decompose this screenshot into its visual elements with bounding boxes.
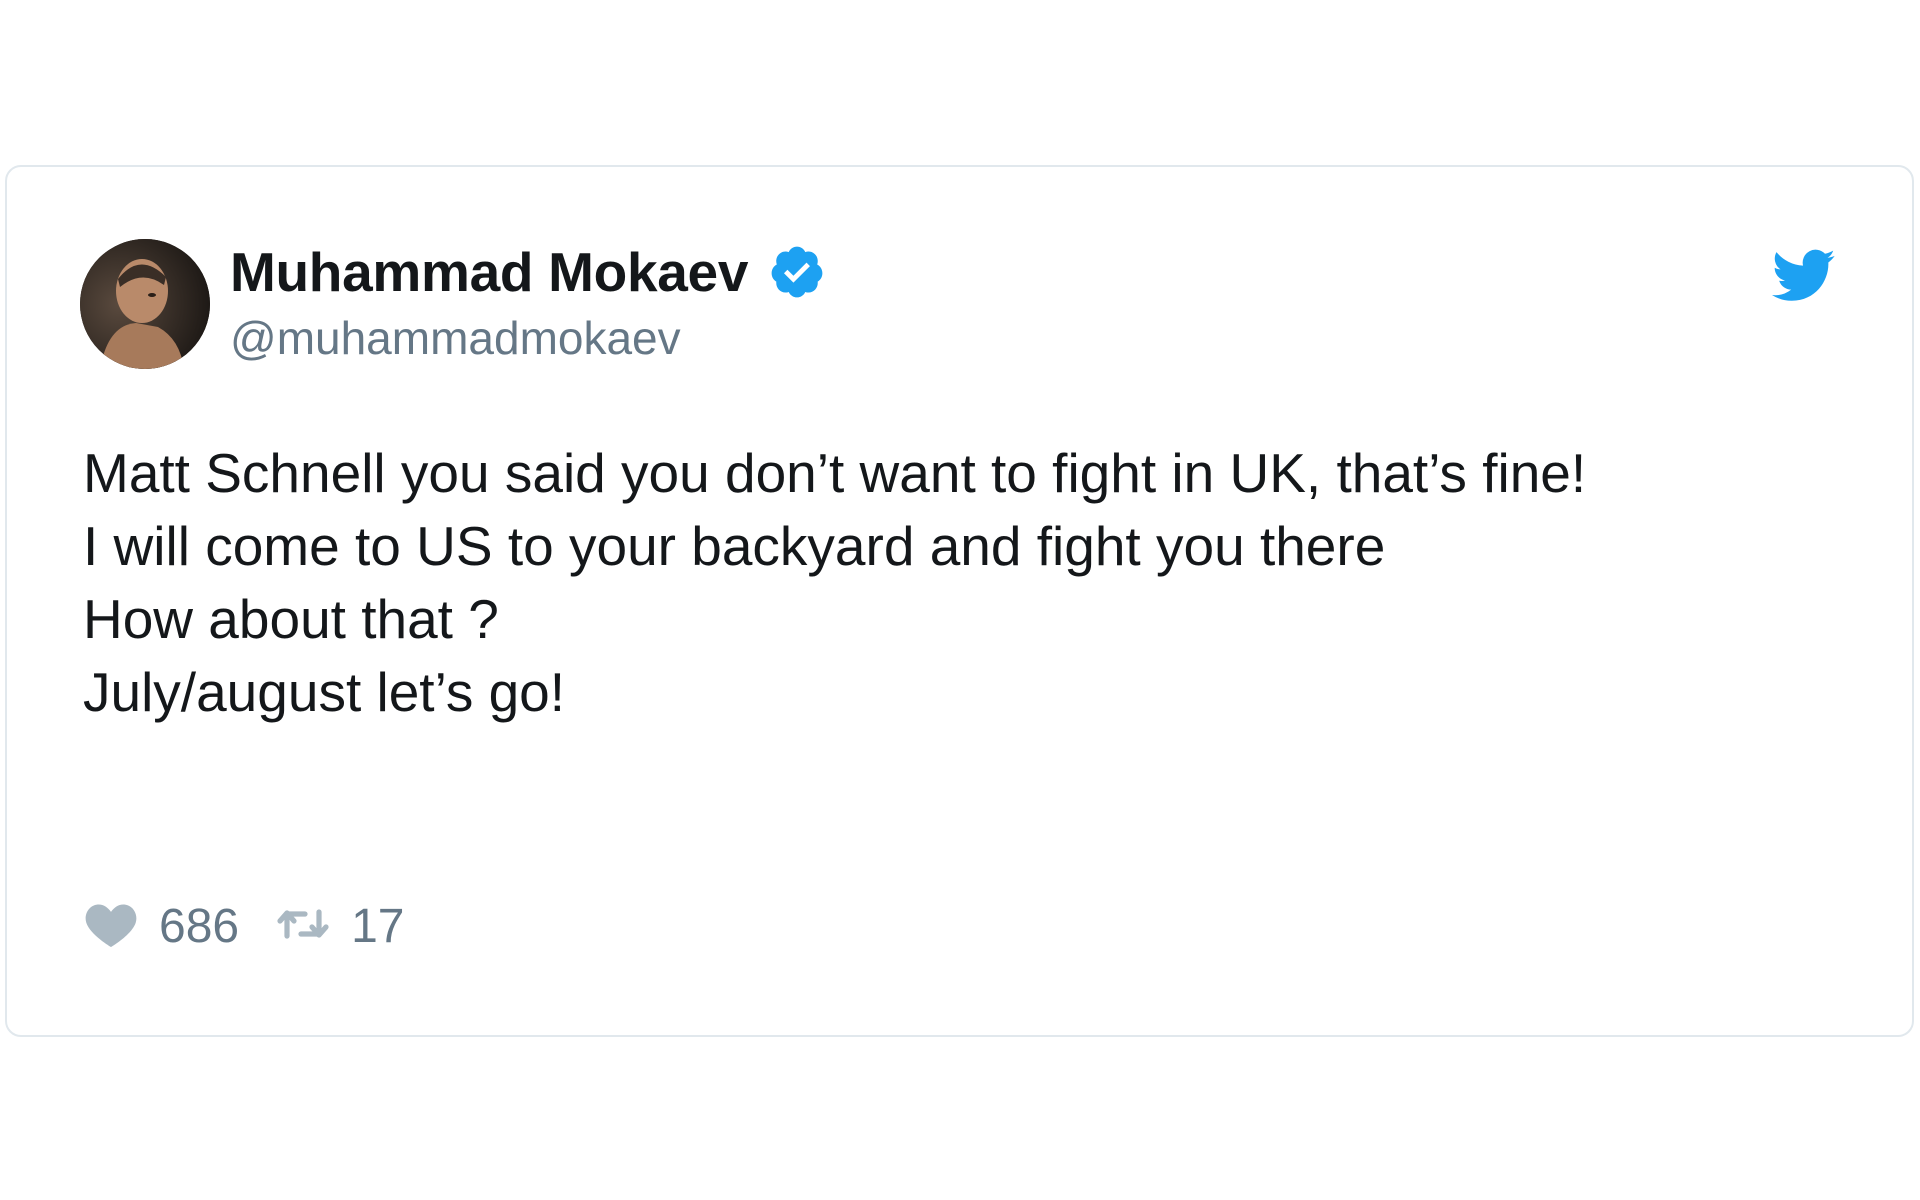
retweet-icon	[277, 904, 329, 949]
like-count: 686	[159, 899, 240, 953]
twitter-bird-icon[interactable]	[1772, 249, 1836, 303]
tweet-text-line: July/august let’s go!	[83, 661, 566, 723]
display-name[interactable]: Muhammad Mokaev	[230, 240, 748, 304]
heart-icon	[85, 900, 137, 953]
verified-badge-icon	[768, 243, 826, 301]
name-row: Muhammad Mokaev	[230, 239, 826, 305]
tweet-text-line: I will come to US to your backyard and f…	[83, 515, 1386, 577]
tweet-text-line: Matt Schnell you said you don’t want to …	[83, 442, 1587, 504]
tweet-actions: 686 17	[85, 894, 442, 958]
author-block[interactable]: Muhammad Mokaev @muhammadmokaev	[230, 239, 826, 365]
retweet-button[interactable]: 17	[277, 899, 404, 954]
retweet-count: 17	[351, 899, 405, 953]
like-button[interactable]: 686	[85, 899, 239, 954]
tweet-text: Matt Schnell you said you don’t want to …	[83, 437, 1586, 729]
handle[interactable]: @muhammadmokaev	[230, 311, 826, 365]
avatar[interactable]	[80, 239, 210, 369]
tweet-card[interactable]: Muhammad Mokaev @muhammadmokaev Matt Sch…	[5, 165, 1914, 1037]
tweet-text-line: How about that ?	[83, 588, 499, 650]
